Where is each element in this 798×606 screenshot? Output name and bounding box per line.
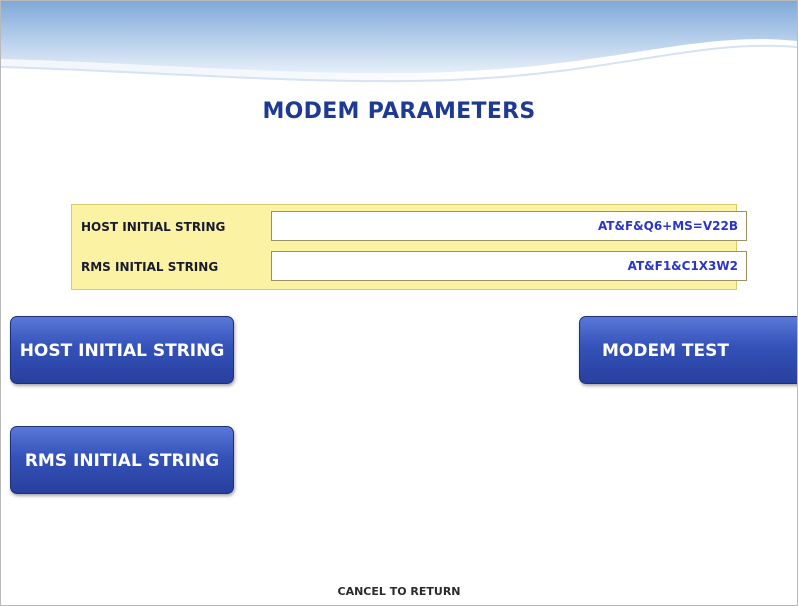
parameter-panel: HOST INITIAL STRING AT&F&Q6+MS=V22B RMS … [71, 204, 747, 290]
host-initial-string-value: AT&F&Q6+MS=V22B [271, 211, 747, 241]
rms-initial-string-value: AT&F1&C1X3W2 [271, 251, 747, 281]
host-initial-string-label: HOST INITIAL STRING [81, 220, 226, 234]
rms-initial-string-button[interactable]: RMS INITIAL STRING [10, 426, 234, 494]
rms-initial-string-label: RMS INITIAL STRING [81, 260, 219, 274]
parameter-row-rms: RMS INITIAL STRING AT&F1&C1X3W2 [72, 251, 747, 283]
host-initial-string-button[interactable]: HOST INITIAL STRING [10, 316, 234, 384]
modem-test-button[interactable]: MODEM TEST [579, 316, 797, 384]
page-title: MODEM PARAMETERS [262, 99, 536, 124]
header-wave-banner [1, 1, 797, 83]
parameter-row-host: HOST INITIAL STRING AT&F&Q6+MS=V22B [72, 211, 747, 243]
cancel-to-return-hint: CANCEL TO RETURN [337, 585, 461, 598]
atm-screen: MODEM PARAMETERS HOST INITIAL STRING AT&… [0, 0, 798, 606]
